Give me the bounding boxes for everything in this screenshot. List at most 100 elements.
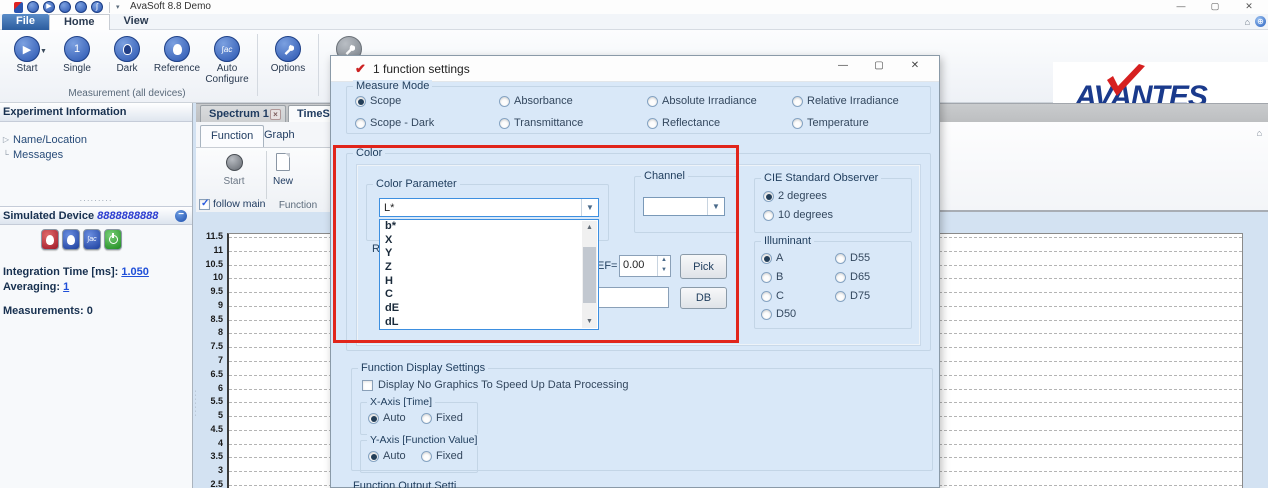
y-tick-label: 11	[190, 245, 223, 255]
follow-main-checkbox[interactable]	[199, 199, 210, 210]
play-icon[interactable]: ▶	[43, 1, 55, 13]
tree-item-name-location[interactable]: ▷Name/Location	[2, 132, 192, 147]
left-panel: Experiment Information ▷Name/Location└Me…	[0, 103, 193, 488]
y-tick-label: 2.5	[190, 479, 223, 488]
collapse-toolbar-icon[interactable]: ⌂	[1257, 128, 1262, 138]
panel-splitter-handle[interactable]: ·········	[0, 198, 192, 206]
dark-bulb-icon[interactable]	[59, 1, 71, 13]
one-icon: 1	[64, 36, 90, 62]
radio-d50[interactable]: D50	[761, 308, 796, 320]
window-minimize-button[interactable]: —	[1164, 0, 1198, 13]
y-tick-label: 8.5	[190, 314, 223, 324]
window-close-button[interactable]: ✕	[1232, 0, 1266, 13]
window-maximize-button[interactable]: ▢	[1198, 0, 1232, 13]
measure-mode-group: Measure Mode ScopeAbsorbanceAbsolute Irr…	[346, 86, 931, 134]
y-tick-label: 8	[190, 327, 223, 337]
illuminant-group: Illuminant ABCD50D55D65D75	[754, 241, 912, 329]
y-tick-label: 11.5	[190, 231, 223, 241]
radio-fixed[interactable]: Fixed	[421, 450, 463, 462]
power-button[interactable]	[104, 229, 122, 250]
collapse-panel-icon[interactable]: −	[175, 210, 187, 222]
radio-fixed[interactable]: Fixed	[421, 412, 463, 424]
y-axis-group: Y-Axis [Function Value] AutoFixed	[360, 440, 478, 473]
menu-tab-file[interactable]: File	[2, 14, 49, 30]
menu-tab-home[interactable]: Home	[49, 14, 110, 30]
qat-customize-caret-icon[interactable]: ▾	[116, 3, 120, 11]
function-start-button[interactable]	[226, 154, 243, 171]
dialog-maximize-button[interactable]: ▢	[861, 60, 897, 71]
experiment-information-header: Experiment Information	[0, 103, 192, 122]
jac-button[interactable]: ∫ac	[83, 229, 101, 250]
radio-a[interactable]: A	[761, 252, 783, 264]
y-tick-label: 3.5	[190, 451, 223, 461]
function-output-settings-partial-label: Function Output Setti	[353, 480, 456, 488]
jac-icon[interactable]: ∫	[91, 1, 103, 13]
dark-bulb-icon	[114, 36, 140, 62]
new-function-label: New	[268, 176, 298, 187]
no-graphics-checkbox[interactable]	[362, 380, 373, 391]
radio-2-degrees[interactable]: 2 degrees	[763, 190, 827, 202]
radio-d65[interactable]: D65	[835, 271, 870, 283]
radio-d55[interactable]: D55	[835, 252, 870, 264]
radio-10-degrees[interactable]: 10 degrees	[763, 209, 833, 221]
function-toolbar: Function Graph Start New follow main Fun…	[196, 122, 333, 212]
y-tick-label: 9.5	[190, 286, 223, 296]
tree-item-messages[interactable]: └Messages	[2, 147, 192, 162]
jac-icon: ∫ac	[214, 36, 240, 62]
new-function-button[interactable]	[276, 153, 290, 171]
y-tick-label: 5	[190, 410, 223, 420]
radio-scope-dark[interactable]: Scope - Dark	[355, 117, 434, 129]
ribbon-reference-button[interactable]: Reference	[152, 36, 202, 74]
radio-temperature[interactable]: Temperature	[792, 117, 869, 129]
dialog-close-button[interactable]: ✕	[897, 60, 933, 71]
radio-b[interactable]: B	[761, 271, 783, 283]
radio-scope[interactable]: Scope	[355, 95, 401, 107]
y-tick-label: 9	[190, 300, 223, 310]
ribbon-start-button[interactable]: ▶ ▼ Start	[2, 36, 52, 74]
chevron-down-icon[interactable]: ▼	[40, 48, 47, 55]
wrench-icon[interactable]	[27, 1, 39, 13]
radio-auto[interactable]: Auto	[368, 450, 406, 462]
no-graphics-label: Display No Graphics To Speed Up Data Pro…	[378, 379, 628, 391]
x-axis-group: X-Axis [Time] AutoFixed	[360, 402, 478, 435]
globe-icon[interactable]: ⊕	[1255, 16, 1266, 27]
reference-bulb-button[interactable]	[62, 229, 80, 250]
radio-absorbance[interactable]: Absorbance	[499, 95, 573, 107]
tab-graph[interactable]: Graph	[254, 125, 305, 147]
dialog-title-bar[interactable]: ✔ 1 function settings — ▢ ✕	[331, 56, 939, 82]
title-bar: ▶ ∫ ▾ AvaSoft 8.8 Demo — ▢ ✕	[0, 0, 1268, 14]
info-value[interactable]: 1.050	[121, 266, 149, 278]
quick-access-toolbar[interactable]: ▶ ∫ ▾	[14, 1, 120, 13]
reference-bulb-icon[interactable]	[75, 1, 87, 13]
ribbon-options-button[interactable]: Options	[263, 36, 313, 74]
brand-check-icon	[1101, 64, 1147, 98]
radio-transmittance[interactable]: Transmittance	[499, 117, 583, 129]
dialog-minimize-button[interactable]: —	[825, 60, 861, 71]
dark-bulb-button[interactable]	[41, 229, 59, 250]
reference-bulb-icon	[164, 36, 190, 62]
function-start-label: Start	[214, 176, 254, 187]
info-line: Integration Time [ms]: 1.050	[3, 265, 149, 280]
home-icon[interactable]: ⌂	[1245, 17, 1250, 27]
radio-auto[interactable]: Auto	[368, 412, 406, 424]
radio-absolute-irradiance[interactable]: Absolute Irradiance	[647, 95, 757, 107]
menu-tab-view[interactable]: View	[110, 14, 163, 30]
close-icon[interactable]: ×	[270, 109, 281, 120]
tab-spectrum-1[interactable]: Spectrum 1 ×	[200, 105, 286, 123]
radio-d75[interactable]: D75	[835, 290, 870, 302]
radio-c[interactable]: C	[761, 290, 784, 302]
radio-reflectance[interactable]: Reflectance	[647, 117, 720, 129]
ribbon-auto-button[interactable]: ∫ac AutoConfigure	[202, 36, 252, 85]
y-tick-label: 10	[190, 272, 223, 282]
separator	[257, 34, 258, 96]
ribbon-tab-bar: FileHomeView ⌂ ⊕	[0, 14, 1268, 30]
function-check-icon: ✔	[355, 61, 366, 77]
y-tick-label: 6	[190, 383, 223, 393]
y-tick-label: 6.5	[190, 369, 223, 379]
ribbon-single-button[interactable]: 1 Single	[52, 36, 102, 74]
ribbon-group-caption: Measurement (all devices)	[2, 88, 252, 102]
radio-relative-irradiance[interactable]: Relative Irradiance	[792, 95, 899, 107]
info-value[interactable]: 1	[63, 281, 69, 293]
ribbon-dark-button[interactable]: Dark	[102, 36, 152, 74]
device-header: Simulated Device 8888888888 −	[0, 206, 192, 225]
